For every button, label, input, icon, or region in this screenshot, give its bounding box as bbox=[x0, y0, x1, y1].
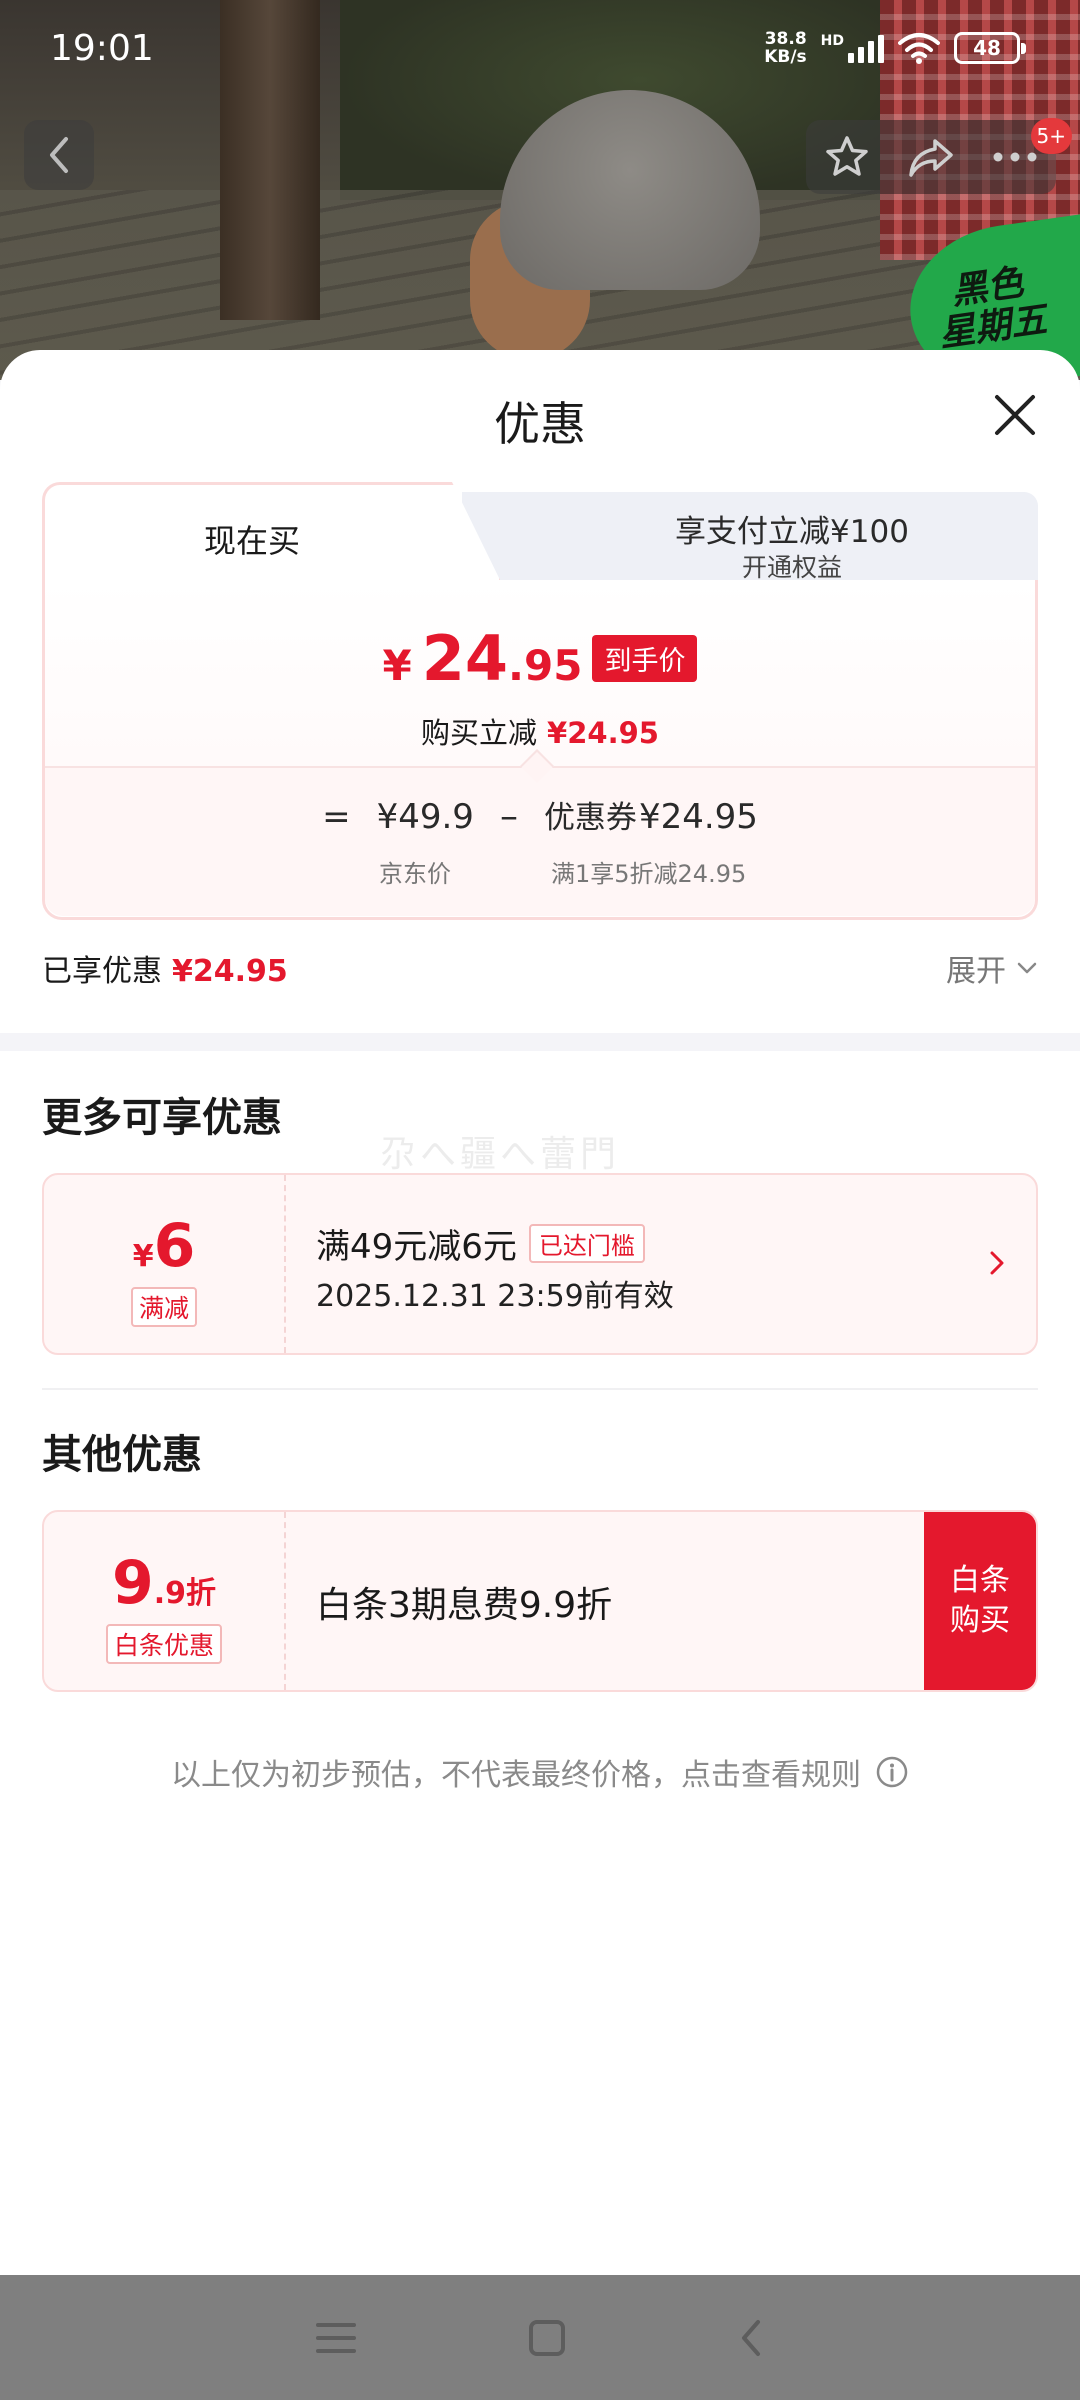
enjoyed-label: 已享优惠 bbox=[42, 954, 162, 989]
formula-minus: – bbox=[499, 796, 518, 837]
chevron-right-icon[interactable] bbox=[988, 1249, 1006, 1277]
estimate-footnote[interactable]: 以上仅为初步预估，不代表最终价格，点击查看规则 bbox=[0, 1750, 1080, 1794]
top-actions bbox=[806, 120, 1056, 194]
section-divider bbox=[0, 1033, 1080, 1051]
coupon-type-tag: 满减 bbox=[130, 1287, 198, 1327]
signal-icon bbox=[848, 33, 884, 63]
buy-mode-tabs: 享支付立减¥100 开通权益 现在买 bbox=[42, 482, 1038, 592]
full-reduction-coupon[interactable]: ¥6 满减 满49元减6元 已达门槛 2025.12.31 23:59前有效 bbox=[42, 1173, 1038, 1355]
baitiao-discount-card: 9.9折 白条优惠 白条3期息费9.9折 白条购买 bbox=[42, 1510, 1038, 1692]
baitiao-title: 白条3期息费9.9折 bbox=[316, 1585, 613, 1626]
info-icon[interactable] bbox=[875, 1755, 909, 1789]
enjoyed-discount: 已享优惠 ¥24.95 bbox=[42, 946, 288, 990]
jd-price: ¥49.9 bbox=[376, 797, 474, 837]
watermark-text: 尕へ疆へ蕾門 bbox=[380, 1134, 621, 1175]
instant-discount-label: 购买立减 bbox=[421, 716, 538, 750]
expand-label: 展开 bbox=[946, 954, 1006, 989]
favorite-star-icon[interactable] bbox=[824, 134, 870, 180]
network-speed-unit: KB/s bbox=[764, 47, 807, 67]
footnote-text: 以上仅为初步预估，不代表最终价格，点击查看规则 bbox=[171, 1758, 861, 1793]
network-speed: 38.8 KB/s bbox=[764, 30, 806, 66]
discount-sheet: 优惠 享支付立减¥100 开通权益 现在买 ¥ 24 .95 到手价 购买立减 ¥… bbox=[0, 350, 1080, 2275]
chevron-left-icon bbox=[50, 137, 68, 173]
back-button[interactable] bbox=[24, 120, 94, 190]
message-badge: 5+ bbox=[1030, 118, 1072, 154]
price-formula-section: = ¥49.9 – 优惠券 ¥24.95 京东价 满1享5折减24.95 bbox=[45, 766, 1035, 916]
coupon-caption: 满1享5折减24.95 bbox=[551, 860, 747, 888]
coupon-currency: ¥ bbox=[132, 1239, 154, 1274]
baitiao-value-small: .9 bbox=[153, 1576, 187, 1611]
final-price-section: ¥ 24 .95 到手价 购买立减 ¥24.95 bbox=[45, 580, 1035, 766]
network-speed-value: 38.8 bbox=[764, 29, 807, 49]
sheet-title: 优惠 bbox=[494, 397, 586, 451]
share-icon[interactable] bbox=[907, 135, 955, 179]
system-navigation-bar bbox=[0, 2275, 1080, 2400]
price-formula: = ¥49.9 – 优惠券 ¥24.95 bbox=[45, 792, 1035, 837]
tab-payment-discount-label[interactable]: 享支付立减¥100 bbox=[542, 506, 1042, 551]
price-breakdown-card: 享支付立减¥100 开通权益 现在买 ¥ 24 .95 到手价 购买立减 ¥24.… bbox=[42, 482, 1038, 920]
status-bar: 19:01 38.8 KB/s HD 48 bbox=[0, 0, 1080, 100]
close-icon[interactable] bbox=[990, 390, 1040, 440]
coupon-amount: ¥24.95 bbox=[638, 797, 758, 837]
final-price-currency: ¥ bbox=[382, 641, 412, 690]
jd-price-caption: 京东价 bbox=[379, 860, 451, 888]
more-discounts-title: 更多可享优惠 bbox=[42, 1095, 282, 1141]
baitiao-unit: 折 bbox=[186, 1576, 217, 1611]
enjoyed-amount: ¥24.95 bbox=[172, 954, 288, 989]
status-time: 19:01 bbox=[50, 28, 154, 69]
baitiao-value-big: 9 bbox=[111, 1548, 154, 1618]
coupon-value: ¥6 bbox=[44, 1211, 284, 1281]
tab-buy-now-label[interactable]: 现在买 bbox=[42, 516, 462, 562]
baitiao-value: 9.9折 bbox=[44, 1548, 284, 1618]
coupon-value-panel: ¥6 满减 bbox=[44, 1175, 286, 1353]
tab-payment-discount-sublabel[interactable]: 开通权益 bbox=[542, 548, 1042, 584]
more-dots-icon[interactable] bbox=[992, 151, 1038, 163]
final-price-tag: 到手价 bbox=[592, 635, 698, 682]
wifi-icon bbox=[898, 33, 940, 64]
chevron-down-icon bbox=[1017, 962, 1037, 974]
back-icon[interactable] bbox=[738, 2318, 764, 2358]
battery-icon: 48 bbox=[954, 32, 1026, 64]
coupon-title: 满49元减6元 bbox=[316, 1227, 517, 1267]
battery-level: 48 bbox=[973, 36, 1001, 60]
formula-equals: = bbox=[322, 797, 351, 837]
coupon-label: 优惠券 bbox=[543, 800, 637, 836]
baitiao-tag: 白条优惠 bbox=[105, 1624, 223, 1664]
baitiao-value-panel: 9.9折 白条优惠 bbox=[44, 1512, 286, 1690]
baitiao-buy-button[interactable]: 白条购买 bbox=[924, 1512, 1036, 1690]
coupon-value-number: 6 bbox=[153, 1211, 196, 1281]
instant-discount-amount: ¥24.95 bbox=[547, 716, 659, 750]
other-discounts-title: 其他优惠 bbox=[42, 1432, 202, 1478]
final-price-decimal: .95 bbox=[508, 641, 583, 690]
final-price-integer: 24 bbox=[421, 622, 509, 695]
divider bbox=[42, 1388, 1038, 1390]
hd-label: HD bbox=[820, 33, 844, 49]
instant-discount-row: 购买立减 ¥24.95 bbox=[45, 710, 1035, 752]
coupon-status-badge: 已达门槛 bbox=[528, 1224, 645, 1263]
menu-icon[interactable] bbox=[316, 2321, 356, 2355]
home-icon[interactable] bbox=[528, 2319, 566, 2357]
expand-button[interactable]: 展开 bbox=[946, 946, 1038, 990]
price-card-body: ¥ 24 .95 到手价 购买立减 ¥24.95 = ¥49.9 – 优惠券 ¥2… bbox=[42, 580, 1038, 920]
final-price: ¥ 24 .95 到手价 bbox=[45, 622, 1035, 695]
status-indicators: 38.8 KB/s HD 48 bbox=[764, 30, 1026, 66]
coupon-title-row: 满49元减6元 已达门槛 bbox=[316, 1219, 645, 1268]
coupon-validity: 2025.12.31 23:59前有效 bbox=[316, 1279, 674, 1314]
